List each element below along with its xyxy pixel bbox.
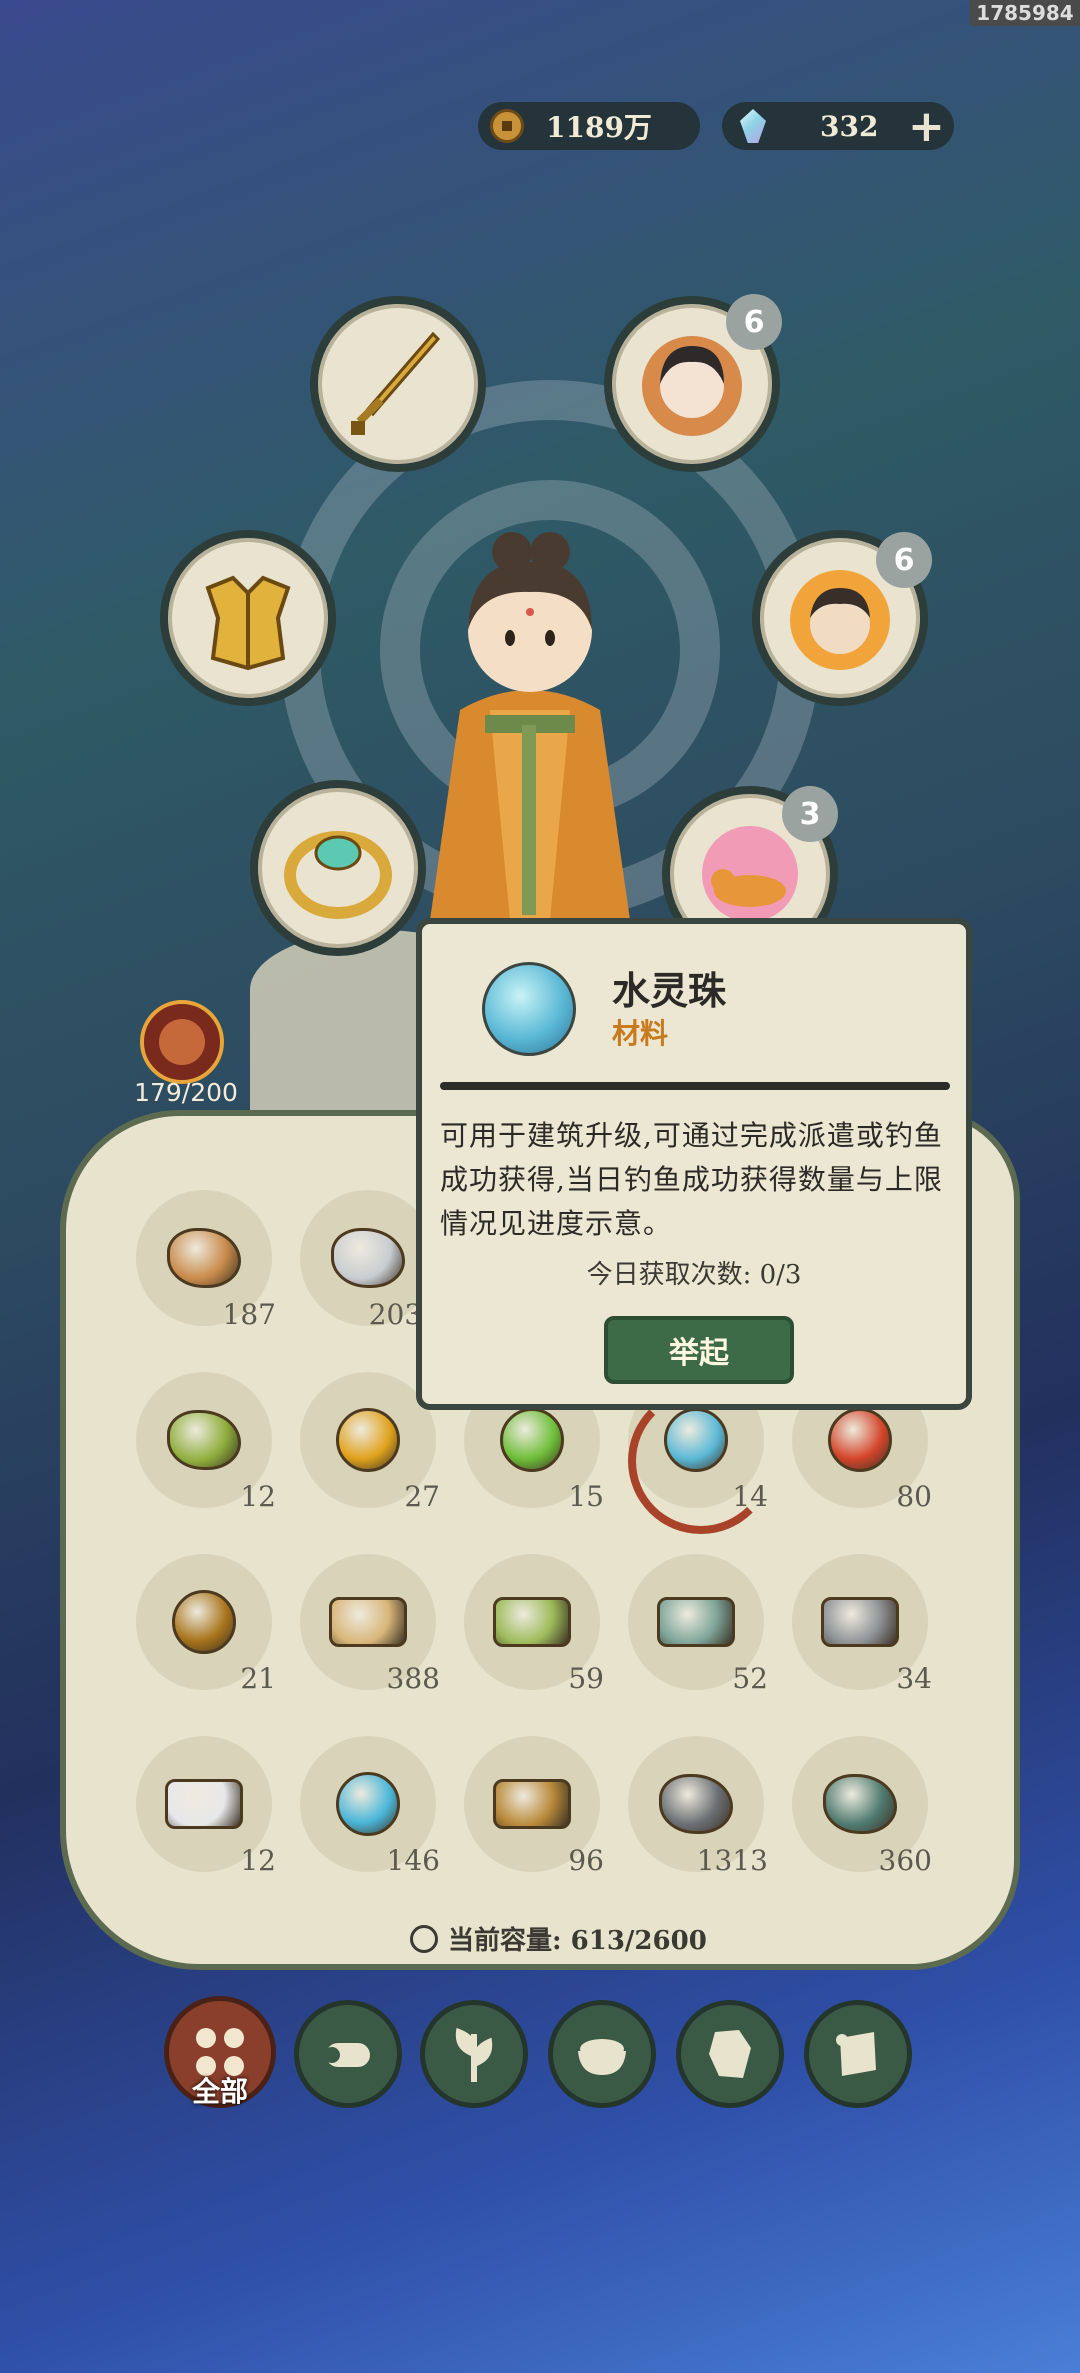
inventory-slot[interactable]: 12 xyxy=(136,1372,286,1542)
item-count: 1313 xyxy=(696,1844,768,1877)
gold-token-icon xyxy=(493,1779,571,1829)
stamina-icon[interactable] xyxy=(140,1000,224,1084)
iron-ingot-icon xyxy=(821,1597,899,1647)
stone-icon xyxy=(331,1228,405,1288)
gem-amount: 332 xyxy=(820,109,879,143)
tab-herbs[interactable] xyxy=(420,2000,528,2108)
item-count: 52 xyxy=(732,1662,768,1695)
bag-icon xyxy=(410,1924,438,1953)
herb-icon xyxy=(167,1410,241,1470)
gem-icon xyxy=(740,109,766,143)
green-orb-icon xyxy=(500,1408,564,1472)
companion-1-level-badge: 6 xyxy=(726,294,782,350)
weapon-slot[interactable] xyxy=(310,296,486,472)
rice-bowl-icon xyxy=(578,2039,626,2075)
tab-all-label: 全部 xyxy=(191,2075,248,2108)
item-count: 59 xyxy=(568,1662,604,1695)
item-count: 15 xyxy=(568,1480,604,1513)
item-detail-popup: 水灵珠 材料 可用于建筑升级,可通过完成派遣或钓鱼成功获得,当日钓鱼成功获得数量… xyxy=(416,918,972,1410)
item-count: 96 xyxy=(568,1844,604,1877)
coin-icon xyxy=(490,109,524,143)
tab-materials[interactable] xyxy=(676,2000,784,2108)
ring-slot[interactable] xyxy=(250,780,426,956)
tab-wood[interactable] xyxy=(294,2000,402,2108)
item-count: 12 xyxy=(240,1844,276,1877)
popup-today-count: 今日获取次数: 0/3 xyxy=(586,1260,802,1290)
sword-icon xyxy=(351,331,441,435)
armor-slot[interactable] xyxy=(160,530,336,706)
inventory-slot[interactable]: 1313 xyxy=(628,1736,778,1906)
jade-ore-icon xyxy=(823,1774,897,1834)
item-count: 146 xyxy=(386,1844,440,1877)
gem-counter[interactable]: 332 + xyxy=(722,101,954,152)
tiger-icon xyxy=(702,826,798,922)
popup-title: 水灵珠 xyxy=(612,968,727,1013)
character-figure[interactable] xyxy=(420,520,640,940)
leaf-icon xyxy=(455,2027,493,2082)
silver-ingot-icon xyxy=(165,1779,243,1829)
fragment-icon xyxy=(709,2030,751,2078)
bamboo-icon xyxy=(493,1597,571,1647)
water-orb-icon xyxy=(482,962,576,1056)
armor-icon xyxy=(205,575,291,671)
item-count: 12 xyxy=(240,1480,276,1513)
inventory-slot[interactable]: 12 xyxy=(136,1736,286,1906)
stamina-value: 179/200 xyxy=(134,1078,238,1107)
scroll-icon xyxy=(836,2032,876,2076)
inventory-slot[interactable]: 21 xyxy=(136,1554,286,1724)
gold-orb-icon xyxy=(336,1408,400,1472)
inventory-slot[interactable]: 52 xyxy=(628,1554,778,1724)
spirit-flame-icon xyxy=(336,1772,400,1836)
item-count: 34 xyxy=(896,1662,932,1695)
inventory-slot[interactable]: 187 xyxy=(136,1190,286,1360)
item-count: 360 xyxy=(878,1844,932,1877)
capacity-text: 当前容量: 613/2600 xyxy=(448,1926,707,1956)
item-count: 187 xyxy=(222,1298,276,1331)
capacity-row: 当前容量: 613/2600 xyxy=(410,1920,730,1957)
inventory-slot[interactable]: 388 xyxy=(300,1554,450,1724)
pouch-icon xyxy=(167,1228,241,1288)
inventory-slot[interactable]: 360 xyxy=(792,1736,942,1906)
coin-amount: 1189万 xyxy=(546,111,652,144)
raise-button[interactable]: 举起 xyxy=(604,1316,794,1384)
popup-category: 材料 xyxy=(612,1017,669,1050)
jade-ingot-icon xyxy=(657,1597,735,1647)
add-gems-button[interactable]: + xyxy=(908,101,945,152)
item-count: 27 xyxy=(404,1480,440,1513)
ring-icon xyxy=(284,831,392,919)
ink-divider xyxy=(440,1082,950,1090)
coin-counter[interactable]: 1189万 xyxy=(478,102,700,150)
tab-scrolls[interactable] xyxy=(804,2000,912,2108)
fire-orb-icon xyxy=(828,1408,892,1472)
item-count: 21 xyxy=(240,1662,276,1695)
inventory-slot[interactable]: 59 xyxy=(464,1554,614,1724)
tab-food[interactable] xyxy=(548,2000,656,2108)
id-watermark: 1785984 xyxy=(970,0,1080,26)
ore-icon xyxy=(659,1774,733,1834)
inventory-slot[interactable]: 146 xyxy=(300,1736,450,1906)
pet-level-badge: 3 xyxy=(782,786,838,842)
companion-2-level-badge: 6 xyxy=(876,532,932,588)
log-icon xyxy=(324,2043,370,2067)
popup-description: 可用于建筑升级,可通过完成派遣或钓鱼成功获得,当日钓鱼成功获得数量与上限情况见进… xyxy=(440,1119,943,1240)
item-count: 388 xyxy=(386,1662,440,1695)
inventory-slot[interactable]: 34 xyxy=(792,1554,942,1724)
inventory-slot[interactable]: 96 xyxy=(464,1736,614,1906)
earth-orb-icon xyxy=(172,1590,236,1654)
item-count: 80 xyxy=(896,1480,932,1513)
wood-plank-icon xyxy=(329,1597,407,1647)
